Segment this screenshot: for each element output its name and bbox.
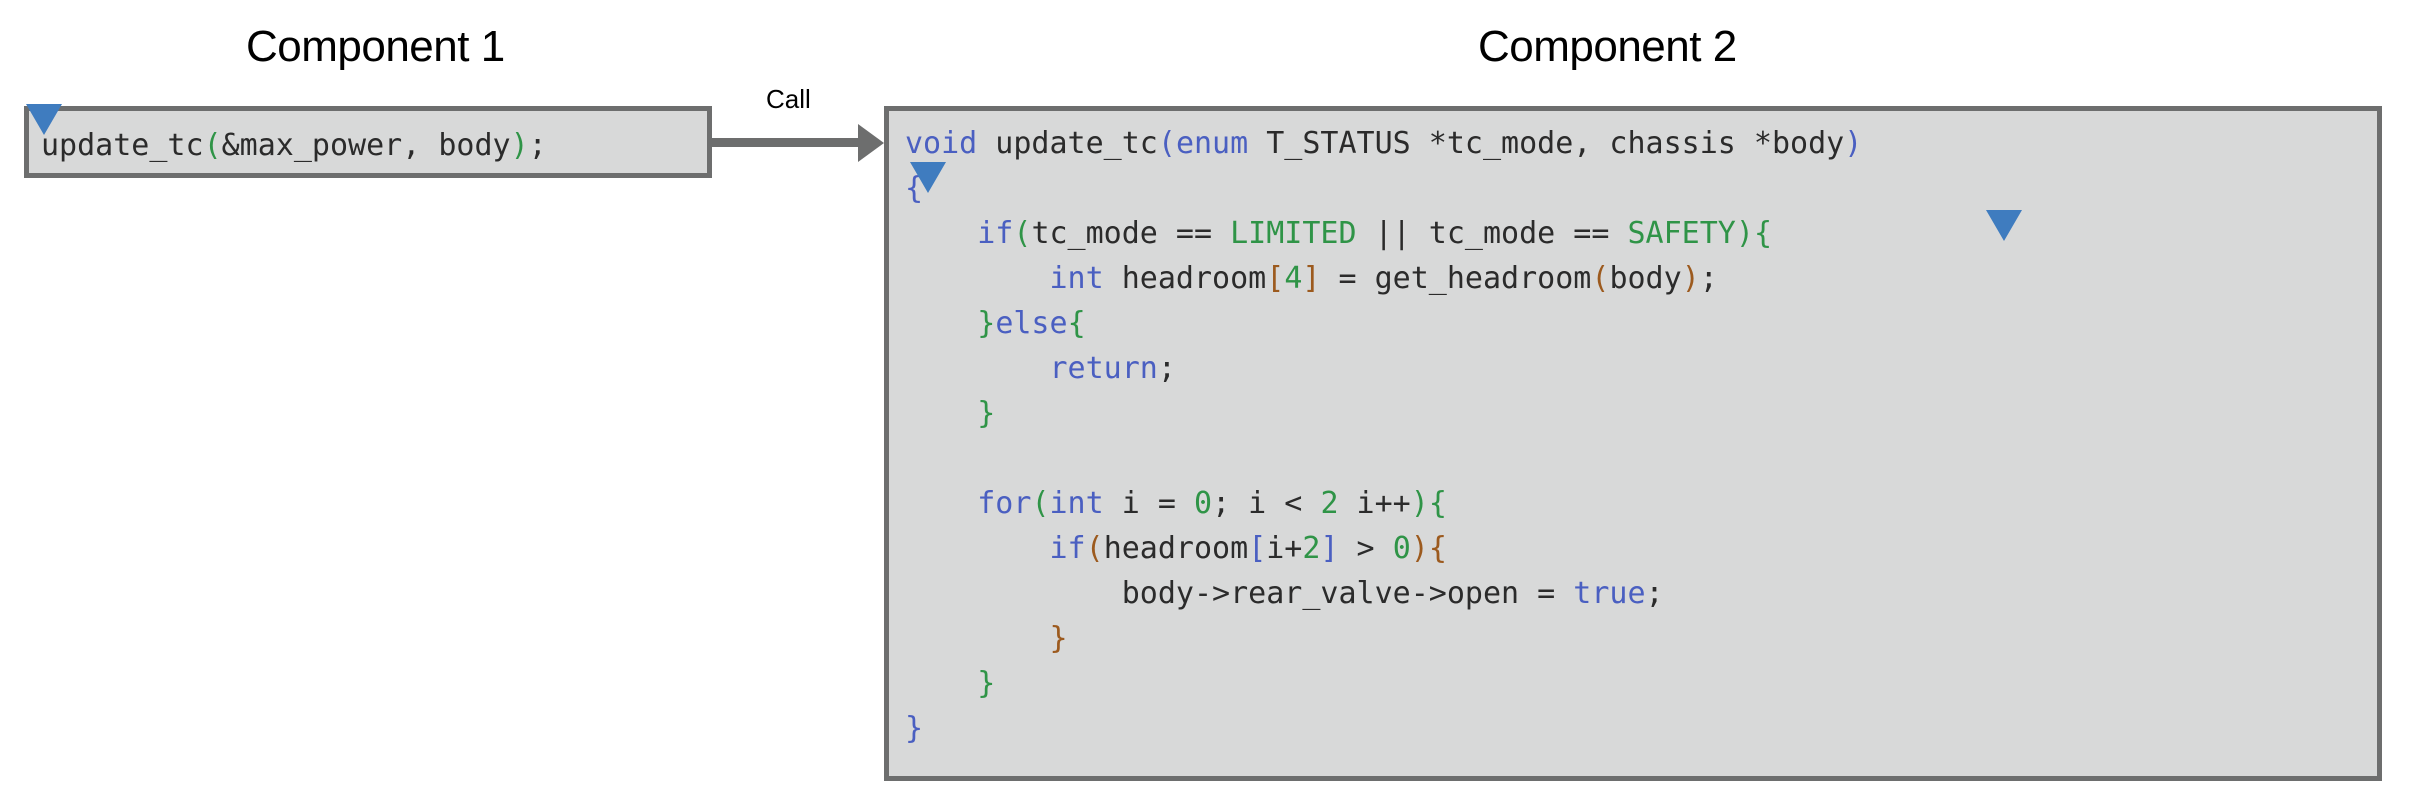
- component-2-title: Component 2: [1478, 22, 1737, 71]
- code-kw-int-l9: int: [1049, 486, 1104, 521]
- code-num-zero-l9: 0: [1194, 486, 1213, 521]
- code-var-l4: headroom: [1103, 261, 1267, 296]
- code-paren-close-l9: ): [1410, 486, 1429, 521]
- call-open-paren: (: [203, 128, 222, 163]
- code-cmp-l10: >: [1338, 531, 1393, 566]
- code-num-zero-l10: 0: [1392, 531, 1411, 566]
- component-1-code-block: update_tc(&max_power, body);: [41, 123, 547, 169]
- code-kw-int-l4: int: [1049, 261, 1104, 296]
- code-cond-mid-l3: || tc_mode ==: [1356, 216, 1628, 251]
- code-const-safety: SAFETY: [1627, 216, 1736, 251]
- code-indent-l11: [905, 576, 1122, 611]
- code-incr-l9: i++: [1338, 486, 1411, 521]
- code-indent-l7: [905, 396, 977, 431]
- code-kw-if-l3: if: [977, 216, 1014, 251]
- code-brace-open-l10: {: [1428, 531, 1447, 566]
- component-1-title: Component 1: [246, 22, 505, 71]
- code-idx-num-l10: 2: [1302, 531, 1321, 566]
- code-semicolon-l4: ;: [1699, 261, 1718, 296]
- call-arguments: &max_power, body: [221, 128, 511, 163]
- code-index-l4: 4: [1284, 261, 1303, 296]
- code-cond-a-l3: tc_mode ==: [1031, 216, 1231, 251]
- code-brace-close-l12: }: [1049, 621, 1068, 656]
- code-paren-open-l10: (: [1085, 531, 1104, 566]
- collapse-triangle-icon[interactable]: [1986, 210, 2022, 241]
- call-arrow-line: [712, 138, 864, 147]
- code-init-l9: i =: [1103, 486, 1194, 521]
- code-semicolon-l11: ;: [1645, 576, 1664, 611]
- code-brace-close-l7: }: [977, 396, 996, 431]
- code-indent-l6: [905, 351, 1050, 386]
- code-var-l10: headroom: [1103, 531, 1249, 566]
- collapse-triangle-icon[interactable]: [910, 162, 946, 193]
- collapse-triangle-icon[interactable]: [26, 104, 62, 135]
- code-paren-close-l10: ): [1410, 531, 1429, 566]
- code-arg-l4: body: [1609, 261, 1682, 296]
- code-indent-l10: [905, 531, 1050, 566]
- code-kw-else: else: [995, 306, 1068, 341]
- code-paren-close-l4: ): [1681, 261, 1700, 296]
- code-brace-open-l5: {: [1067, 306, 1086, 341]
- code-brace-close-l14: }: [905, 711, 924, 746]
- code-kw-true: true: [1573, 576, 1646, 611]
- code-num-two-l9: 2: [1320, 486, 1339, 521]
- code-paren-close-l3: ): [1735, 216, 1754, 251]
- code-paren-open-l9: (: [1031, 486, 1050, 521]
- code-kw-for: for: [977, 486, 1032, 521]
- code-brace-close-l13: }: [977, 666, 996, 701]
- code-indent-l4: [905, 261, 1050, 296]
- code-indent-l5: [905, 306, 977, 341]
- call-arrow-head-icon: [858, 124, 884, 162]
- code-assign-l4: = get_headroom: [1320, 261, 1592, 296]
- call-close-paren: ): [510, 128, 529, 163]
- code-sep-l9: ; i <: [1212, 486, 1321, 521]
- component-2-code-block: void update_tc(enum T_STATUS *tc_mode, c…: [905, 121, 1862, 751]
- code-indent-l9: [905, 486, 977, 521]
- code-params-l1: T_STATUS *tc_mode, chassis *body: [1248, 126, 1845, 161]
- code-kw-void: void: [905, 126, 978, 161]
- code-paren-open-l4: (: [1591, 261, 1610, 296]
- component-2-panel: void update_tc(enum T_STATUS *tc_mode, c…: [884, 106, 2382, 781]
- code-bracket-close-l4: ]: [1302, 261, 1321, 296]
- code-bracket-close-l10: ]: [1320, 531, 1339, 566]
- code-semicolon-l6: ;: [1157, 351, 1176, 386]
- code-paren-open-l3: (: [1013, 216, 1032, 251]
- code-fn-name: update_tc: [977, 126, 1158, 161]
- code-paren-open-l1: (: [1157, 126, 1176, 161]
- code-const-limited: LIMITED: [1230, 216, 1357, 251]
- code-paren-close-l1: ): [1844, 126, 1863, 161]
- code-bracket-open-l10: [: [1248, 531, 1267, 566]
- code-kw-return: return: [1049, 351, 1158, 386]
- call-function-name: update_tc: [41, 128, 204, 163]
- code-bracket-open-l4: [: [1266, 261, 1285, 296]
- code-expr-l11: body->rear_valve->open =: [1121, 576, 1574, 611]
- code-brace-close-l5: }: [977, 306, 996, 341]
- code-indent-l12: [905, 621, 1050, 656]
- call-arrow-label: Call: [766, 84, 811, 114]
- code-idx-a-l10: i+: [1266, 531, 1303, 566]
- code-brace-open-l3: {: [1753, 216, 1772, 251]
- code-kw-enum: enum: [1175, 126, 1249, 161]
- code-kw-if-l10: if: [1049, 531, 1086, 566]
- code-indent-l13: [905, 666, 977, 701]
- code-indent-l3: [905, 216, 977, 251]
- call-semicolon: ;: [528, 128, 547, 163]
- component-1-panel: update_tc(&max_power, body);: [24, 106, 712, 178]
- code-brace-open-l9: {: [1428, 486, 1447, 521]
